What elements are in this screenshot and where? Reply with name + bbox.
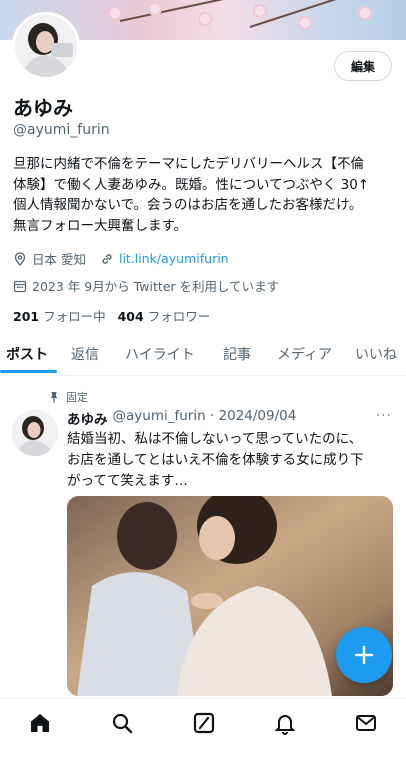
bio-line: 体験】で働く人妻あゆみ。既婚。性についてつぶやく 30↑ bbox=[13, 176, 370, 193]
profile-meta-row: 日本 愛知 lit.link/ayumifurin bbox=[13, 249, 229, 268]
pinned-indicator: 固定 bbox=[48, 389, 88, 405]
profile-avatar[interactable] bbox=[12, 12, 80, 80]
tweet-author-name[interactable]: あゆみ bbox=[67, 408, 108, 428]
following-link[interactable]: 201 フォロー中 bbox=[13, 306, 106, 325]
tab-posts[interactable]: ポスト bbox=[6, 344, 48, 364]
bio-line: 旦那に内緒で不倫をテーマにしたデリバリーヘルス【不倫 bbox=[13, 156, 364, 172]
home-icon[interactable] bbox=[28, 711, 52, 735]
profile-joined-row: 2023 年 9月から Twitter を利用しています bbox=[13, 276, 279, 295]
tweet-text: 結婚当初、私は不倫しないって思っていたのに、 お店を通してとはいえ不倫を体験する… bbox=[67, 429, 397, 492]
profile-joined: 2023 年 9月から Twitter を利用しています bbox=[32, 279, 280, 294]
banner-branch bbox=[249, 0, 393, 28]
tweet-text-line: 結婚当初、私は不倫しないって思っていたのに、 bbox=[67, 431, 363, 447]
tab-articles[interactable]: 記事 bbox=[223, 344, 251, 364]
followers-label: フォロワー bbox=[147, 309, 211, 324]
tab-highlights[interactable]: ハイライト bbox=[125, 344, 195, 364]
profile-bio: 旦那に内緒で不倫をテーマにしたデリバリーヘルス【不倫 体験】で働く人妻あゆみ。既… bbox=[13, 154, 397, 236]
tweet-header: あゆみ @ayumi_furin · 2024/09/04 bbox=[67, 408, 296, 428]
profile-location: 日本 愛知 bbox=[32, 252, 86, 267]
profile-stats: 201 フォロー中 404 フォロワー bbox=[13, 306, 222, 325]
banner-blossom bbox=[300, 18, 310, 28]
following-label: フォロー中 bbox=[43, 309, 106, 324]
edit-profile-button[interactable]: 編集 bbox=[334, 51, 392, 81]
pinned-label: 固定 bbox=[66, 391, 88, 404]
tab-replies[interactable]: 返信 bbox=[71, 344, 99, 364]
pin-icon bbox=[50, 392, 58, 403]
bottom-navigation bbox=[0, 698, 406, 768]
tweet-text-line: お店を通してとはいえ不倫を体験する女に成り下 bbox=[67, 452, 364, 468]
banner-blossom bbox=[110, 8, 120, 18]
notifications-icon[interactable] bbox=[273, 711, 297, 735]
more-options-icon[interactable]: ··· bbox=[376, 408, 392, 424]
active-tab-indicator bbox=[0, 370, 57, 373]
tweet-handle-date[interactable]: @ayumi_furin · 2024/09/04 bbox=[113, 408, 297, 428]
link-icon bbox=[102, 253, 112, 264]
search-icon[interactable] bbox=[110, 711, 134, 735]
banner-blossom bbox=[200, 14, 210, 24]
followers-count: 404 bbox=[117, 309, 144, 324]
followers-link[interactable]: 404 フォロワー bbox=[118, 306, 211, 325]
banner-branch bbox=[119, 0, 238, 22]
grok-icon[interactable] bbox=[192, 711, 216, 735]
messages-icon[interactable] bbox=[354, 711, 378, 735]
banner-blossom bbox=[150, 4, 160, 14]
bio-line: 無言フォロー大興奮します。 bbox=[13, 217, 188, 234]
calendar-icon bbox=[13, 280, 27, 292]
banner-blossom bbox=[360, 8, 370, 18]
tweet-avatar[interactable] bbox=[12, 410, 58, 456]
tweet-avatar-image bbox=[12, 410, 58, 456]
following-count: 201 bbox=[13, 309, 40, 324]
plus-icon bbox=[354, 645, 374, 665]
compose-button[interactable] bbox=[336, 627, 392, 683]
bio-line: 個人情報聞かないで。会うのはお店を通したお客様だけ。 bbox=[13, 197, 363, 213]
tab-likes[interactable]: いいね bbox=[355, 344, 397, 364]
profile-handle: @ayumi_furin bbox=[13, 122, 110, 138]
profile-link[interactable]: lit.link/ayumifurin bbox=[119, 251, 229, 266]
profile-tabs: ポスト 返信 ハイライト 記事 メディア いいね bbox=[0, 336, 406, 376]
avatar-image bbox=[15, 15, 77, 77]
tab-media[interactable]: メディア bbox=[277, 344, 332, 364]
banner-blossom bbox=[255, 6, 265, 16]
tweet-text-line: がってて笑えます… bbox=[67, 473, 188, 489]
profile-name: あゆみ bbox=[13, 96, 73, 120]
map-pin-icon bbox=[14, 251, 26, 266]
